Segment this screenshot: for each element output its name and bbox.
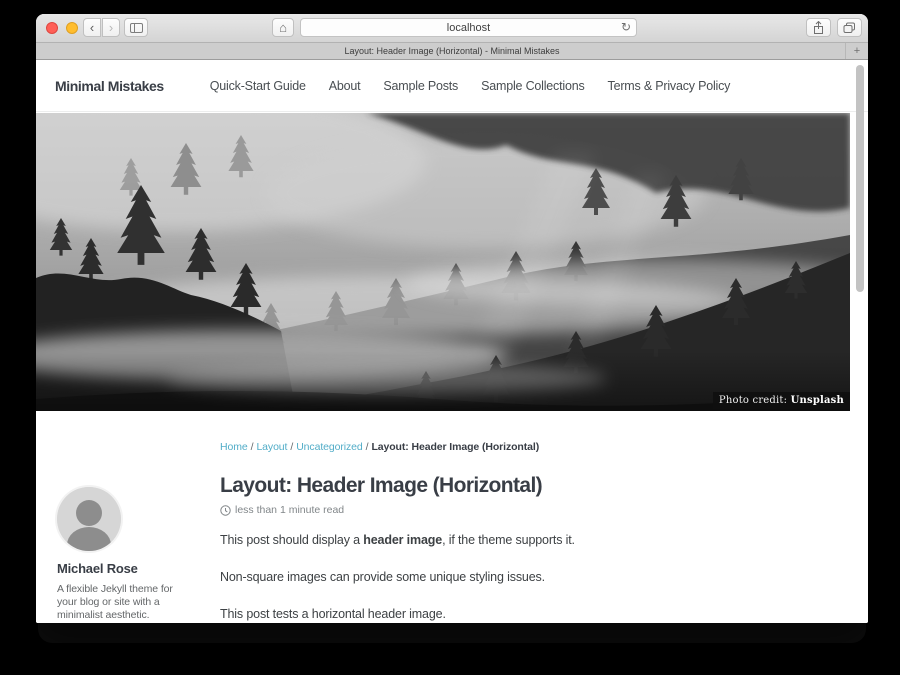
- article: Home/Layout/Uncategorized/Layout: Header…: [220, 411, 790, 623]
- author-bio: A flexible Jekyll theme for your blog or…: [57, 583, 195, 622]
- nav-item-terms-privacy[interactable]: Terms & Privacy Policy: [608, 79, 731, 93]
- back-button[interactable]: ‹: [83, 18, 101, 37]
- site-nav: Quick-Start Guide About Sample Posts Sam…: [210, 79, 730, 93]
- page-viewport: Minimal Mistakes Quick-Start Guide About…: [36, 60, 868, 623]
- plus-icon: +: [854, 46, 860, 57]
- author-sidebar: Michael Rose A flexible Jekyll theme for…: [57, 487, 195, 623]
- forward-icon: ›: [109, 20, 113, 35]
- clock-icon: [220, 505, 231, 516]
- share-button[interactable]: [806, 18, 831, 37]
- nav-item-sample-posts[interactable]: Sample Posts: [383, 79, 458, 93]
- site-title[interactable]: Minimal Mistakes: [55, 78, 164, 94]
- header-image-art: [36, 113, 850, 411]
- header-image: Photo credit: Unsplash: [36, 113, 850, 411]
- paragraph-1: This post should display a header image,…: [220, 532, 790, 549]
- nav-item-quick-start-guide[interactable]: Quick-Start Guide: [210, 79, 306, 93]
- tabs-overview-icon: [843, 22, 856, 34]
- nav-item-about[interactable]: About: [329, 79, 361, 93]
- home-button[interactable]: ⌂: [272, 18, 294, 37]
- show-all-tabs-button[interactable]: [837, 18, 862, 37]
- breadcrumb: Home/Layout/Uncategorized/Layout: Header…: [220, 441, 790, 453]
- breadcrumb-link-layout[interactable]: Layout: [256, 441, 287, 453]
- address-bar-text: localhost: [447, 22, 490, 34]
- address-bar[interactable]: localhost ↻: [300, 18, 637, 37]
- scrollbar[interactable]: [856, 65, 864, 292]
- home-icon: ⌂: [279, 20, 287, 35]
- share-icon: [813, 21, 824, 34]
- breadcrumb-link-home[interactable]: Home: [220, 441, 248, 453]
- browser-window: ‹ › ⌂ localhost ↻: [36, 14, 868, 623]
- page-title: Layout: Header Image (Horizontal): [220, 474, 790, 497]
- minimize-window-icon[interactable]: [66, 22, 78, 34]
- post-body: This post should display a header image,…: [220, 532, 790, 623]
- forward-button[interactable]: ›: [102, 18, 120, 37]
- masthead: Minimal Mistakes Quick-Start Guide About…: [36, 60, 868, 112]
- breadcrumb-current: Layout: Header Image (Horizontal): [371, 441, 539, 453]
- avatar-placeholder-icon: [57, 487, 121, 551]
- avatar: [57, 487, 121, 551]
- content-area: Michael Rose A flexible Jekyll theme for…: [36, 411, 868, 623]
- back-icon: ‹: [90, 20, 94, 35]
- sidebar-toggle-button[interactable]: [124, 18, 148, 37]
- author-name: Michael Rose: [57, 561, 195, 576]
- nav-item-sample-collections[interactable]: Sample Collections: [481, 79, 584, 93]
- browser-titlebar: ‹ › ⌂ localhost ↻: [36, 14, 868, 43]
- new-tab-button[interactable]: +: [845, 43, 868, 59]
- read-time: less than 1 minute read: [220, 504, 790, 516]
- paragraph-2: Non-square images can provide some uniqu…: [220, 569, 790, 586]
- read-time-label: less than 1 minute read: [235, 504, 344, 516]
- reload-icon[interactable]: ↻: [621, 20, 631, 34]
- close-window-icon[interactable]: [46, 22, 58, 34]
- paragraph-3: This post tests a horizontal header imag…: [220, 606, 790, 623]
- sidebar-icon: [130, 23, 143, 33]
- active-tab[interactable]: Layout: Header Image (Horizontal) - Mini…: [344, 46, 559, 56]
- photo-credit-link[interactable]: Unsplash: [791, 395, 844, 406]
- photo-credit: Photo credit: Unsplash: [713, 392, 850, 409]
- breadcrumb-link-uncategorized[interactable]: Uncategorized: [296, 441, 362, 453]
- tab-bar: Layout: Header Image (Horizontal) - Mini…: [36, 43, 868, 60]
